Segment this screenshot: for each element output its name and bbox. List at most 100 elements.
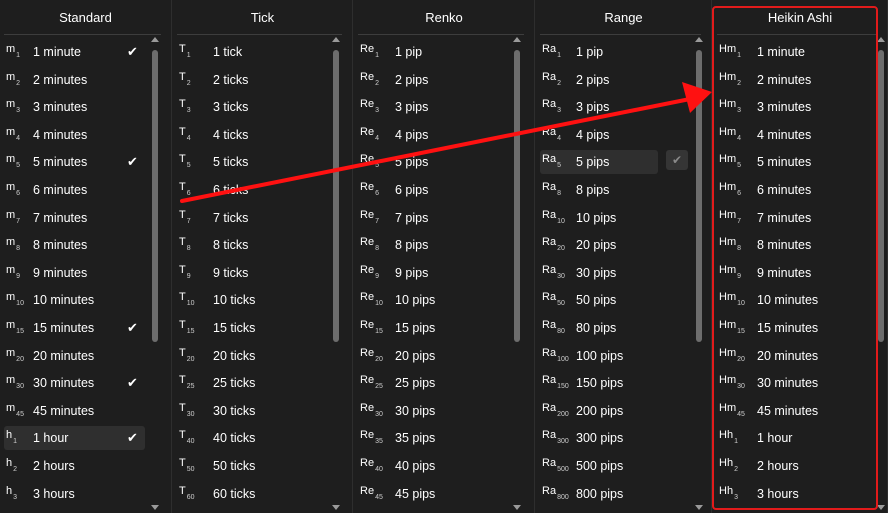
list-item[interactable]: m10 10 minutes — [0, 286, 171, 314]
list-item[interactable]: Hm4 4 minutes — [713, 121, 887, 149]
scroll-up-arrow-icon[interactable] — [695, 37, 703, 42]
list-item[interactable]: Ra500 500 pips — [536, 452, 711, 480]
list-item[interactable]: Ra1 1 pip — [536, 38, 711, 66]
list-item[interactable]: T3 3 ticks — [173, 93, 352, 121]
list-item[interactable]: Hm8 8 minutes — [713, 231, 887, 259]
list-item[interactable]: Hm6 6 minutes — [713, 176, 887, 204]
list-item[interactable]: T60 60 ticks — [173, 480, 352, 508]
list-item[interactable]: h2 2 hours — [0, 452, 171, 480]
list-item[interactable]: m2 2 minutes — [0, 66, 171, 94]
list-item[interactable]: T30 30 ticks — [173, 397, 352, 425]
list-item[interactable]: Re5 5 pips — [354, 148, 534, 176]
checkmark-icon[interactable]: ✔ — [127, 320, 138, 336]
list-item[interactable]: T50 50 ticks — [173, 452, 352, 480]
scroll-down-arrow-icon[interactable] — [151, 505, 159, 510]
list-item[interactable]: T2 2 ticks — [173, 66, 352, 94]
list-item[interactable]: T40 40 ticks — [173, 424, 352, 452]
list-item[interactable]: Ra150 150 pips — [536, 369, 711, 397]
list-item[interactable]: m30 30 minutes ✔ — [0, 369, 171, 397]
list-item[interactable]: Ra8 8 pips — [536, 176, 711, 204]
list-item[interactable]: Hm1 1 minute — [713, 38, 887, 66]
list-item[interactable]: m45 45 minutes — [0, 397, 171, 425]
list-item[interactable]: Re2 2 pips — [354, 66, 534, 94]
list-item[interactable]: m7 7 minutes — [0, 204, 171, 232]
list-item[interactable]: m15 15 minutes ✔ — [0, 314, 171, 342]
list-item[interactable]: Re4 4 pips — [354, 121, 534, 149]
list-item[interactable]: Ra80 80 pips — [536, 314, 711, 342]
list-item[interactable]: Re7 7 pips — [354, 204, 534, 232]
list-item[interactable]: Hm20 20 minutes — [713, 342, 887, 370]
list-item[interactable]: Re40 40 pips — [354, 452, 534, 480]
checkmark-icon[interactable]: ✔ — [127, 375, 138, 391]
scrollbar-thumb[interactable] — [514, 50, 520, 342]
list-item[interactable]: T6 6 ticks — [173, 176, 352, 204]
list-item[interactable]: Ra20 20 pips — [536, 231, 711, 259]
scroll-down-arrow-icon[interactable] — [695, 505, 703, 510]
list-item[interactable]: Hm10 10 minutes — [713, 286, 887, 314]
list-item[interactable]: T10 10 ticks — [173, 286, 352, 314]
list-item[interactable]: Re1 1 pip — [354, 38, 534, 66]
list-item[interactable]: Hm2 2 minutes — [713, 66, 887, 94]
list-item[interactable]: Ra200 200 pips — [536, 397, 711, 425]
scroll-up-arrow-icon[interactable] — [513, 37, 521, 42]
list-item[interactable]: Re8 8 pips — [354, 231, 534, 259]
favorite-checkmark-icon[interactable]: ✔ — [666, 150, 688, 171]
scroll-up-arrow-icon[interactable] — [877, 37, 885, 42]
list-item[interactable]: Ra3 3 pips — [536, 93, 711, 121]
list-item[interactable]: m3 3 minutes — [0, 93, 171, 121]
scroll-down-arrow-icon[interactable] — [877, 505, 885, 510]
list-item[interactable]: m6 6 minutes — [0, 176, 171, 204]
list-item[interactable]: Re9 9 pips — [354, 259, 534, 287]
list-item[interactable]: T8 8 ticks — [173, 231, 352, 259]
list-item[interactable]: Hh2 2 hours — [713, 452, 887, 480]
list-item[interactable]: Ra5 5 pips ✔ — [536, 148, 711, 176]
list-item[interactable]: Ra2 2 pips — [536, 66, 711, 94]
list-item[interactable]: Re30 30 pips — [354, 397, 534, 425]
list-item[interactable]: Re25 25 pips — [354, 369, 534, 397]
scroll-down-arrow-icon[interactable] — [332, 505, 340, 510]
list-item[interactable]: h3 3 hours — [0, 480, 171, 508]
list-item[interactable]: Hh1 1 hour — [713, 424, 887, 452]
list-item[interactable]: m1 1 minute ✔ — [0, 38, 171, 66]
list-item[interactable]: Re3 3 pips — [354, 93, 534, 121]
list-item[interactable]: m8 8 minutes — [0, 231, 171, 259]
list-item[interactable]: T20 20 ticks — [173, 342, 352, 370]
list-item[interactable]: Hm45 45 minutes — [713, 397, 887, 425]
list-item[interactable]: h1 1 hour ✔ — [0, 424, 171, 452]
list-item[interactable]: Ra30 30 pips — [536, 259, 711, 287]
list-item[interactable]: Ra10 10 pips — [536, 204, 711, 232]
checkmark-icon[interactable]: ✔ — [127, 154, 138, 170]
list-item[interactable]: Hm9 9 minutes — [713, 259, 887, 287]
list-item[interactable]: Hm15 15 minutes — [713, 314, 887, 342]
list-item[interactable]: m20 20 minutes — [0, 342, 171, 370]
list-item[interactable]: T4 4 ticks — [173, 121, 352, 149]
scrollbar-thumb[interactable] — [696, 50, 702, 342]
list-item[interactable]: T5 5 ticks — [173, 148, 352, 176]
list-item[interactable]: Hm5 5 minutes — [713, 148, 887, 176]
list-item[interactable]: Re6 6 pips — [354, 176, 534, 204]
list-item[interactable]: Re15 15 pips — [354, 314, 534, 342]
scroll-up-arrow-icon[interactable] — [332, 37, 340, 42]
scroll-up-arrow-icon[interactable] — [151, 37, 159, 42]
list-item[interactable]: T15 15 ticks — [173, 314, 352, 342]
list-item[interactable]: Ra4 4 pips — [536, 121, 711, 149]
list-item[interactable]: m9 9 minutes — [0, 259, 171, 287]
list-item[interactable]: Ra100 100 pips — [536, 342, 711, 370]
list-item[interactable]: T7 7 ticks — [173, 204, 352, 232]
list-item[interactable]: T25 25 ticks — [173, 369, 352, 397]
scrollbar-thumb[interactable] — [152, 50, 158, 342]
list-item[interactable]: Re35 35 pips — [354, 424, 534, 452]
list-item[interactable]: Ra300 300 pips — [536, 424, 711, 452]
checkmark-icon[interactable]: ✔ — [127, 44, 138, 60]
list-item[interactable]: Re45 45 pips — [354, 480, 534, 508]
list-item[interactable]: m5 5 minutes ✔ — [0, 148, 171, 176]
list-item[interactable]: Hm3 3 minutes — [713, 93, 887, 121]
list-item[interactable]: Re20 20 pips — [354, 342, 534, 370]
list-item[interactable]: Ra800 800 pips — [536, 480, 711, 508]
scrollbar-thumb[interactable] — [333, 50, 339, 342]
list-item[interactable]: m4 4 minutes — [0, 121, 171, 149]
list-item[interactable]: T9 9 ticks — [173, 259, 352, 287]
checkmark-icon[interactable]: ✔ — [127, 430, 138, 446]
list-item[interactable]: Hm7 7 minutes — [713, 204, 887, 232]
scroll-down-arrow-icon[interactable] — [513, 505, 521, 510]
